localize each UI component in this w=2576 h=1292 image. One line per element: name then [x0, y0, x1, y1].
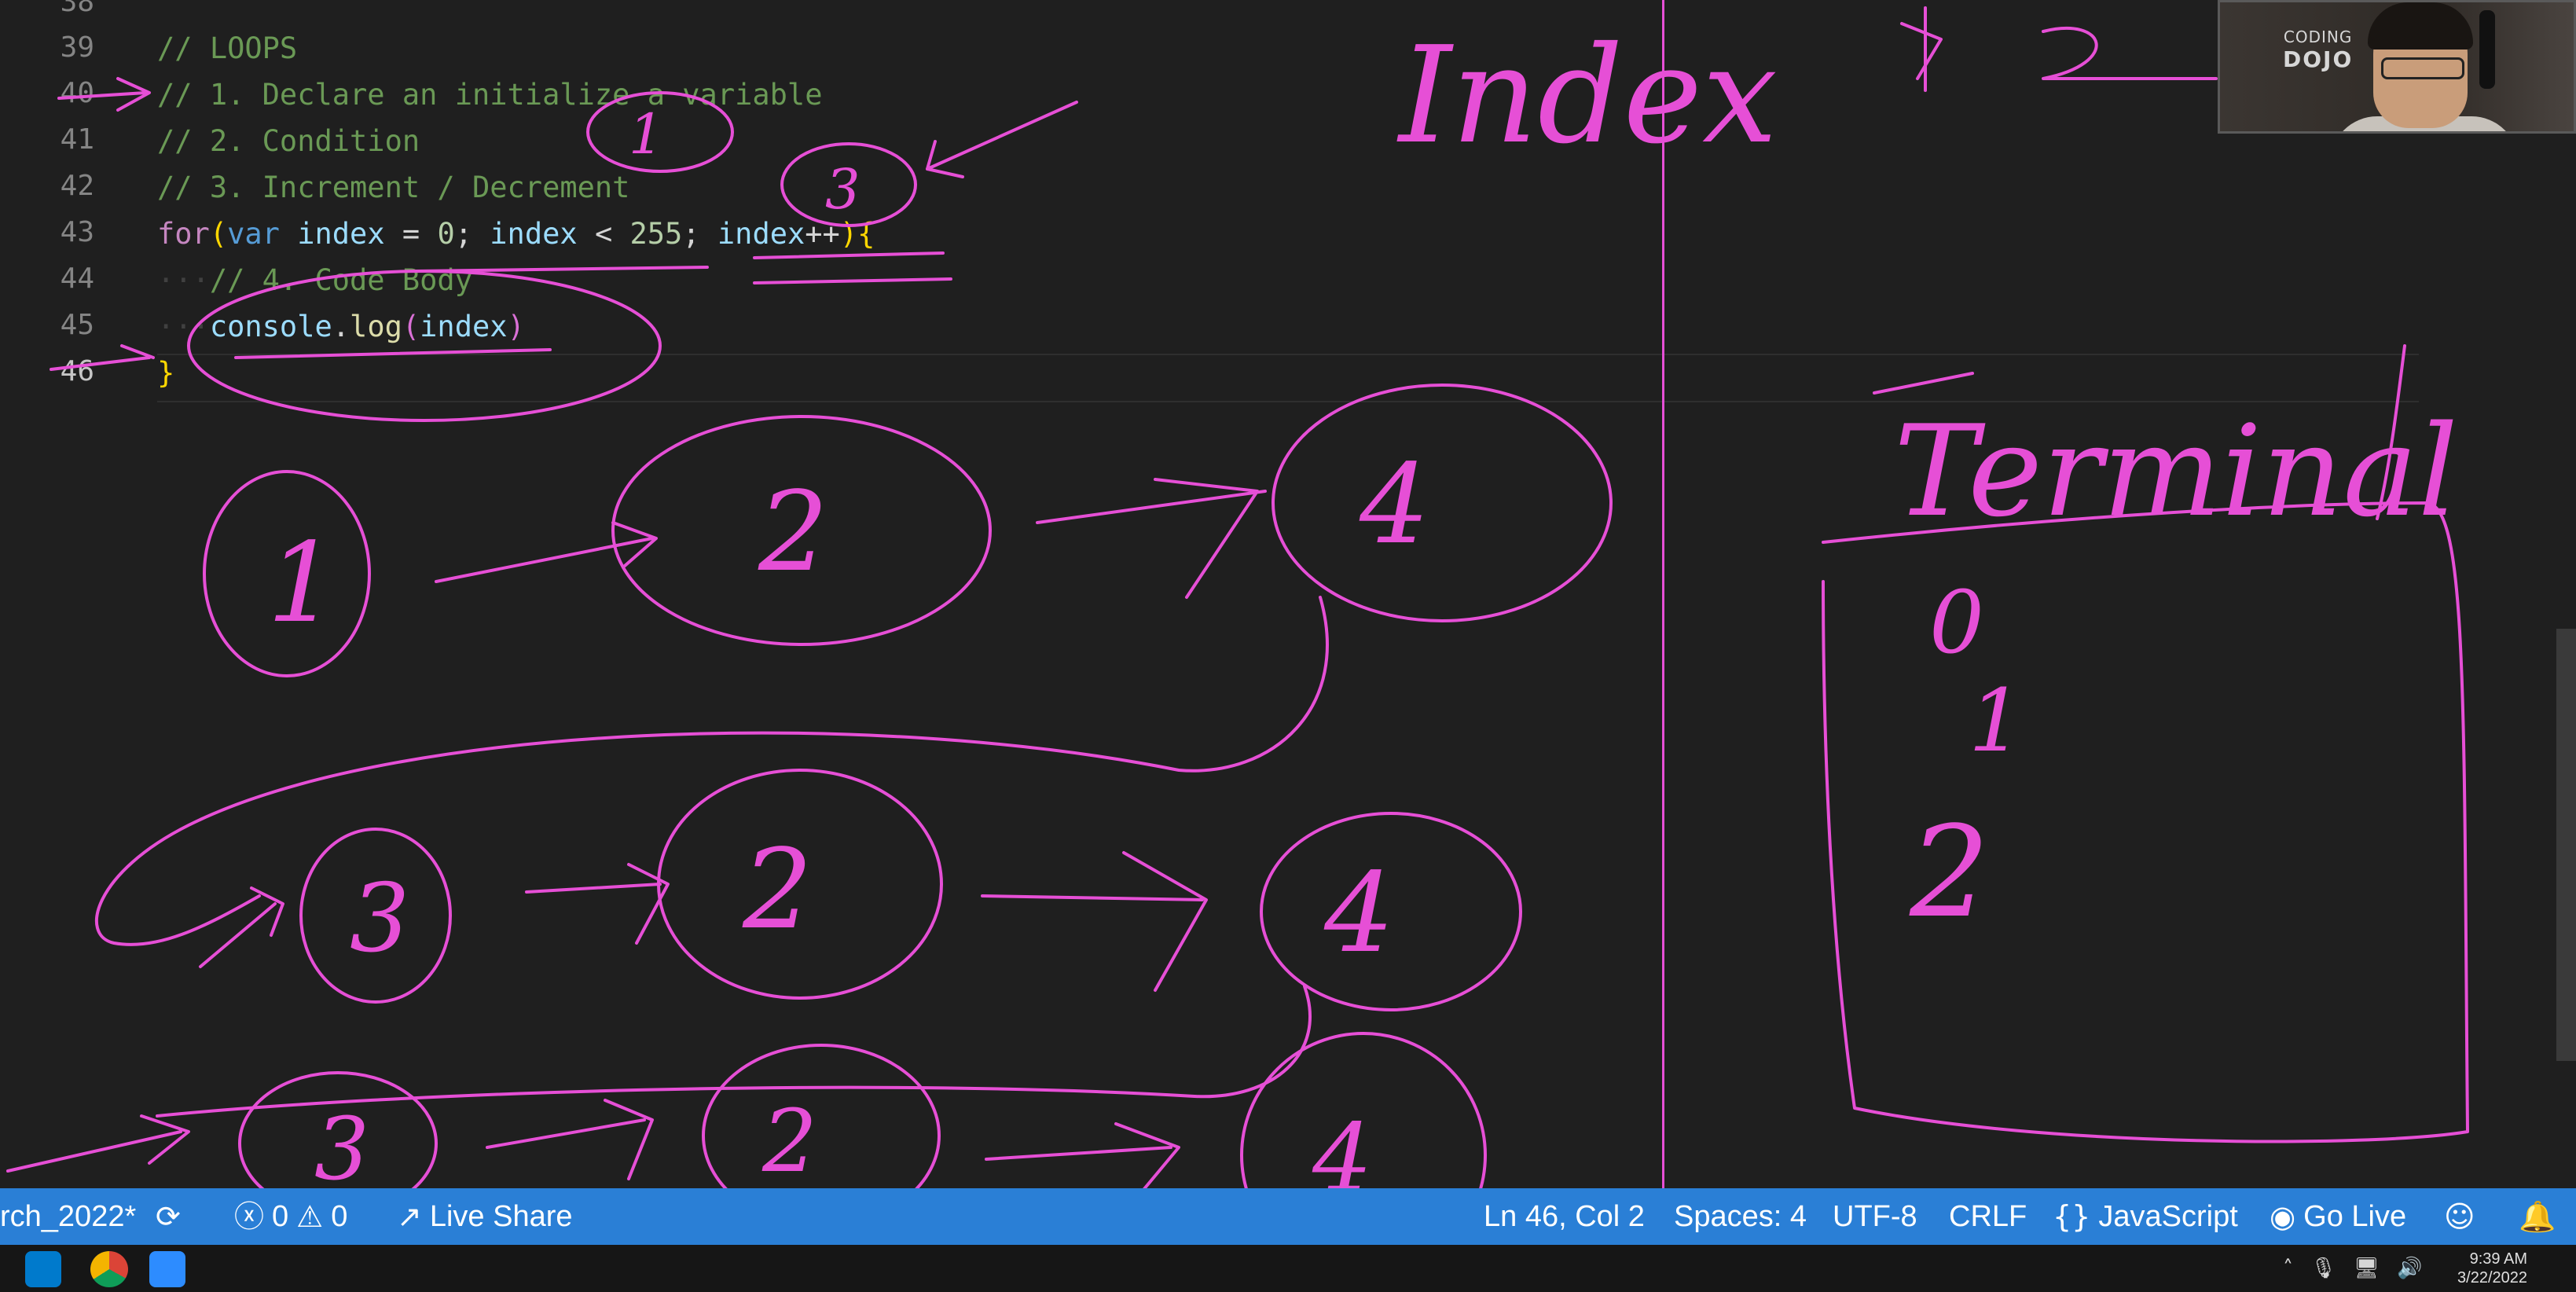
coding-dojo-logo: CODING DOJO	[2283, 28, 2354, 72]
sync-button[interactable]: ⟳	[156, 1188, 181, 1245]
zoom-taskbar-icon[interactable]	[149, 1251, 185, 1287]
drawn-divider-line	[1662, 0, 1664, 1188]
broadcast-icon: ◉	[2270, 1199, 2296, 1234]
variable: index	[297, 217, 385, 251]
code-line: // LOOPS	[157, 31, 298, 65]
operator: <	[577, 217, 630, 251]
eol-button[interactable]: CRLF	[1949, 1188, 2027, 1245]
keyword-for: for	[157, 217, 210, 251]
variable: index	[490, 217, 578, 251]
feedback-icon: ☺	[2444, 1199, 2475, 1234]
code-line: // 1. Declare an initialize a variable	[157, 78, 823, 112]
cursor-position: Ln 46, Col 2	[1484, 1200, 1645, 1233]
line-number: 44	[60, 262, 94, 295]
status-bar: rch_2022* ⟳ ⓧ 0 ⚠ 0 ↗ Live Share Ln 46, …	[0, 1188, 2576, 1245]
line-number-active: 46	[60, 355, 94, 387]
windows-taskbar: ˄ 🎙 🖥 🔊 9:39 AM 3/22/2022	[0, 1245, 2576, 1292]
notifications-button[interactable]: 🔔	[2519, 1188, 2556, 1245]
eol-label: CRLF	[1949, 1200, 2027, 1233]
paren: )	[839, 217, 858, 251]
branch-label: rch_2022*	[0, 1200, 137, 1233]
scrollbar[interactable]	[2556, 629, 2576, 1061]
paren: (	[209, 217, 228, 251]
webcam-overlay: CODING DOJO	[2218, 0, 2576, 134]
variable: index	[420, 310, 508, 343]
number: 255	[629, 217, 683, 251]
code-line: // 3. Increment / Decrement	[157, 171, 630, 204]
language-label: JavaScript	[2098, 1200, 2238, 1233]
encoding-button[interactable]: UTF-8	[1833, 1188, 1917, 1245]
comment: // 4. Code Body	[209, 263, 472, 297]
indentation-button[interactable]: Spaces: 4	[1674, 1188, 1807, 1245]
problems-button[interactable]: ⓧ 0 ⚠ 0	[234, 1188, 347, 1245]
line-number: 38	[60, 0, 94, 18]
code-line: // 2. Condition	[157, 124, 420, 158]
operator: .	[332, 310, 350, 343]
vscode-taskbar-icon[interactable]	[25, 1251, 61, 1287]
live-share-button[interactable]: ↗ Live Share	[397, 1188, 573, 1245]
operator: ;	[682, 217, 717, 251]
cursor-position-button[interactable]: Ln 46, Col 2	[1484, 1188, 1645, 1245]
line-number: 43	[60, 216, 94, 248]
operator: =	[384, 217, 438, 251]
branch-indicator[interactable]: rch_2022*	[0, 1188, 136, 1245]
go-live-label: Go Live	[2303, 1200, 2407, 1233]
warning-icon: ⚠	[296, 1199, 324, 1234]
feedback-button[interactable]: ☺	[2444, 1188, 2475, 1245]
operator: ;	[454, 217, 490, 251]
current-line-highlight	[157, 354, 2419, 402]
object: console	[209, 310, 332, 343]
live-share-label: Live Share	[429, 1200, 573, 1233]
number: 0	[437, 217, 455, 251]
warning-count: 0	[331, 1200, 348, 1233]
chrome-taskbar-icon[interactable]	[90, 1251, 128, 1287]
language-mode-button[interactable]: {} JavaScript	[2053, 1188, 2238, 1245]
method: log	[350, 310, 402, 343]
chevron-up-icon[interactable]: ˄	[2283, 1257, 2293, 1280]
code-editor[interactable]: 38 39 40 41 42 43 44 45 46 // LOOPS // 1…	[0, 0, 2576, 1188]
system-tray: ˄ 🎙 🖥 🔊	[2283, 1245, 2422, 1292]
volume-icon[interactable]: 🔊	[2397, 1257, 2422, 1280]
line-number: 45	[60, 309, 94, 341]
encoding-label: UTF-8	[1833, 1200, 1917, 1233]
line-number: 41	[60, 123, 94, 156]
error-icon: ⓧ	[234, 1199, 265, 1234]
bell-icon: 🔔	[2519, 1199, 2556, 1234]
code-line-for-loop: for(var index = 0; index < 255; index++)…	[157, 211, 875, 257]
go-live-button[interactable]: ◉ Go Live	[2270, 1188, 2406, 1245]
sync-icon: ⟳	[156, 1199, 181, 1234]
paren: (	[402, 310, 420, 343]
network-icon[interactable]: 🖥	[2354, 1257, 2380, 1280]
code-line-console-log: ···console.log(index)	[157, 310, 525, 343]
brace: {	[857, 217, 875, 251]
code-line: }	[157, 356, 175, 390]
share-icon: ↗	[397, 1199, 422, 1234]
variable: index	[717, 217, 805, 251]
line-number: 39	[60, 31, 94, 64]
taskbar-clock[interactable]: 9:39 AM 3/22/2022	[2457, 1250, 2527, 1287]
indentation-label: Spaces: 4	[1674, 1200, 1807, 1233]
line-number: 42	[60, 170, 94, 202]
operator: ++	[805, 217, 840, 251]
code-line: ···// 4. Code Body	[157, 263, 472, 297]
microphone-icon[interactable]: 🎙	[2310, 1257, 2336, 1280]
paren: )	[507, 310, 525, 343]
keyword-var: var	[227, 217, 280, 251]
line-number: 40	[60, 77, 94, 109]
error-count: 0	[272, 1200, 289, 1233]
braces-icon: {}	[2053, 1199, 2091, 1234]
